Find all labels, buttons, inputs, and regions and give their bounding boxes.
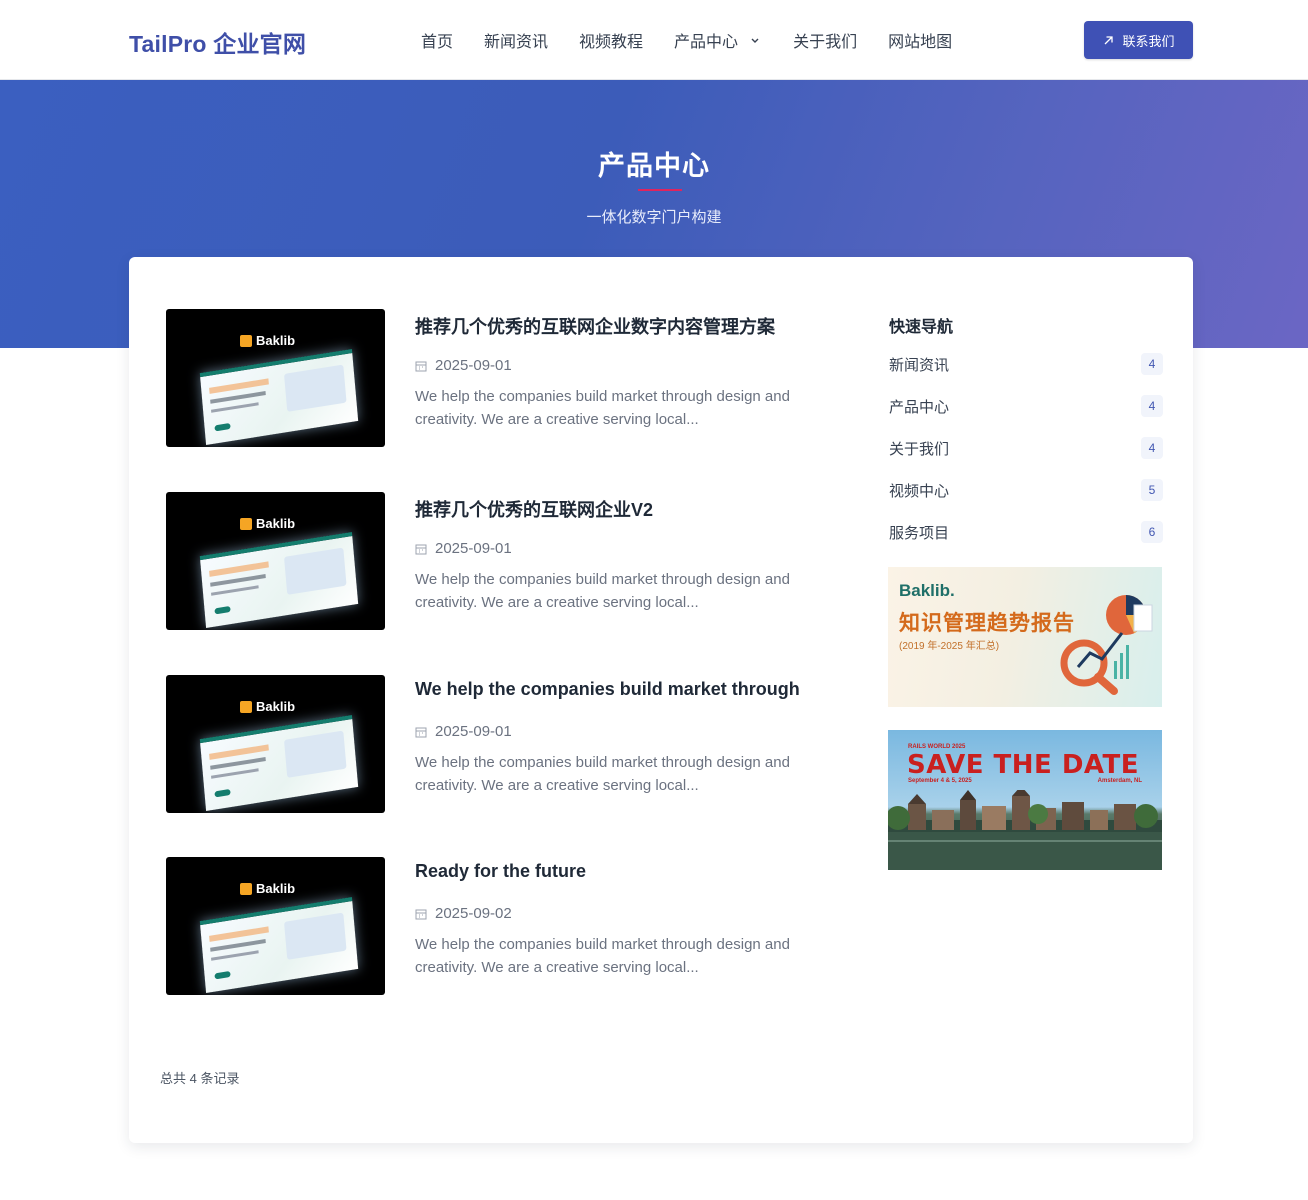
calendar-icon [415, 909, 427, 919]
brand-logo-icon [240, 700, 252, 713]
nav-item-videos[interactable]: 视频教程 [579, 28, 643, 52]
thumbnail-screen [199, 897, 359, 993]
city-skyline-image [888, 790, 1162, 870]
report-banner[interactable]: Baklib. 知识管理趋势报告 (2019 年-2025 年汇总) [888, 567, 1162, 707]
sidebar-item-news[interactable]: 新闻资讯 4 [889, 350, 1163, 378]
sidebar-item-count: 4 [1141, 353, 1163, 375]
nav-item-news[interactable]: 新闻资讯 [484, 28, 548, 52]
nav-label: 视频教程 [579, 34, 644, 51]
nav-item-about[interactable]: 关于我们 [793, 28, 857, 52]
post-title[interactable]: 推荐几个优秀的互联网企业数字内容管理方案 [415, 313, 775, 339]
brand-logo-icon [240, 882, 252, 895]
sidebar-item-count: 6 [1141, 521, 1163, 543]
thumbnail-screen [199, 532, 359, 628]
post-item[interactable]: Baklib 推荐几个优秀的互联网企业数字内容管理方案 2025-09-01 W… [166, 309, 846, 449]
post-title[interactable]: We help the companies build market throu… [415, 679, 800, 700]
nav-label: 首页 [421, 34, 454, 51]
page-title: 产品中心 [598, 151, 710, 181]
sidebar-item-count: 4 [1141, 437, 1163, 459]
calendar-icon [415, 544, 427, 554]
sidebar-item-videos[interactable]: 视频中心 5 [889, 476, 1163, 504]
sidebar-title: 快速导航 [889, 319, 954, 336]
thumbnail-brand: Baklib [240, 333, 295, 348]
thumbnail-screen [199, 715, 359, 811]
thumbnail-screen [199, 349, 359, 445]
sidebar-item-about[interactable]: 关于我们 4 [889, 434, 1163, 462]
sidebar-item-label: 关于我们 [889, 440, 950, 458]
sidebar-item-label: 产品中心 [889, 398, 950, 416]
site-logo[interactable]: TailPro 企业官网 [129, 25, 306, 59]
post-date: 2025-09-01 [415, 723, 512, 740]
sidebar-item-count: 4 [1141, 395, 1163, 417]
post-title[interactable]: 推荐几个优秀的互联网企业V2 [415, 496, 653, 522]
sidebar-item-label: 视频中心 [889, 482, 950, 500]
thumbnail-brand: Baklib [240, 516, 295, 531]
nav-label: 新闻资讯 [484, 34, 549, 51]
post-date: 2025-09-01 [415, 540, 512, 557]
nav-item-sitemap[interactable]: 网站地图 [888, 28, 952, 52]
nav-label: 关于我们 [793, 34, 858, 51]
post-title[interactable]: Ready for the future [415, 861, 586, 882]
chevron-down-icon [748, 33, 762, 47]
content-card: Baklib 推荐几个优秀的互联网企业数字内容管理方案 2025-09-01 W… [129, 257, 1193, 1143]
banner-date: September 4 & 5, 2025 [908, 778, 972, 784]
contact-label: 联系我们 [1122, 33, 1175, 49]
banner-headline: SAVE THE DATE [907, 750, 1140, 780]
post-excerpt: We help the companies build market throu… [415, 388, 790, 428]
post-thumbnail[interactable]: Baklib [166, 857, 385, 995]
site-header: TailPro 企业官网 首页 新闻资讯 视频教程 产品中心 关于我们 网站地图… [0, 0, 1308, 80]
main-nav: 首页 新闻资讯 视频教程 产品中心 关于我们 网站地图 [421, 28, 983, 52]
contact-button[interactable]: 联系我们 [1084, 21, 1193, 59]
calendar-icon [415, 361, 427, 371]
thumbnail-brand: Baklib [240, 881, 295, 896]
post-date: 2025-09-02 [415, 905, 512, 922]
nav-item-products[interactable]: 产品中心 [674, 28, 762, 52]
brand-logo-icon [240, 517, 252, 530]
calendar-icon [415, 727, 427, 737]
thumbnail-brand: Baklib [240, 699, 295, 714]
sidebar-item-products[interactable]: 产品中心 4 [889, 392, 1163, 420]
post-excerpt: We help the companies build market throu… [415, 936, 790, 976]
sidebar-item-services[interactable]: 服务项目 6 [889, 518, 1163, 546]
post-item[interactable]: Baklib 推荐几个优秀的互联网企业V2 2025-09-01 We help… [166, 492, 846, 632]
banner-brand: Baklib. [899, 581, 955, 600]
event-banner[interactable]: RAILS WORLD 2025 SAVE THE DATE September… [888, 730, 1162, 870]
banner-location: Amsterdam, NL [1097, 778, 1142, 784]
post-thumbnail[interactable]: Baklib [166, 675, 385, 813]
arrow-up-right-icon [1105, 35, 1114, 44]
nav-label: 产品中心 [674, 34, 739, 51]
post-item[interactable]: Baklib Ready for the future 2025-09-02 W… [166, 857, 846, 997]
post-date: 2025-09-01 [415, 357, 512, 374]
magnifier-chart-icon [1060, 595, 1153, 695]
post-item[interactable]: Baklib We help the companies build marke… [166, 675, 846, 815]
brand-logo-icon [240, 334, 252, 347]
post-thumbnail[interactable]: Baklib [166, 309, 385, 447]
banner-subtitle: (2019 年-2025 年汇总) [899, 641, 1000, 652]
page-subtitle: 一体化数字门户构建 [586, 209, 722, 226]
sidebar-item-label: 服务项目 [889, 524, 950, 542]
title-underline [638, 189, 682, 191]
sidebar-item-label: 新闻资讯 [889, 356, 950, 374]
post-excerpt: We help the companies build market throu… [415, 571, 790, 611]
record-count: 总共 4 条记录 [160, 1071, 240, 1086]
nav-item-home[interactable]: 首页 [421, 28, 453, 52]
nav-label: 网站地图 [888, 34, 953, 51]
sidebar-item-count: 5 [1141, 479, 1163, 501]
post-excerpt: We help the companies build market throu… [415, 754, 790, 794]
post-thumbnail[interactable]: Baklib [166, 492, 385, 630]
